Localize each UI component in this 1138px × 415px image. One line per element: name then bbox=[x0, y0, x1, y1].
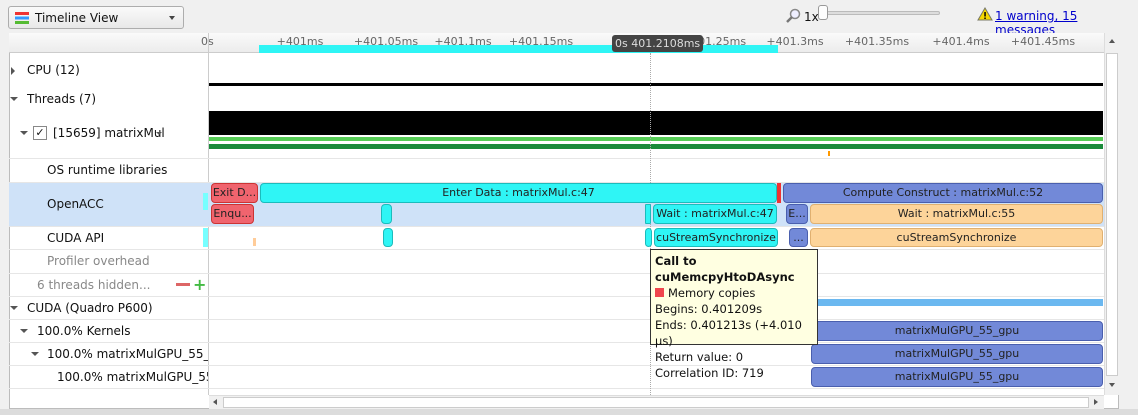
bar-enter-data[interactable]: Enter Data : matrixMul.c:47 bbox=[260, 183, 777, 203]
tooltip-return-value: Return value: 0 bbox=[655, 350, 744, 364]
ruler-tick: +401ms bbox=[276, 35, 324, 48]
ruler-tick: +401.3ms bbox=[766, 35, 824, 48]
row-openacc[interactable]: OpenACC bbox=[47, 197, 104, 211]
bar-compute-construct[interactable]: Compute Construct : matrixMul.c:52 bbox=[783, 183, 1103, 203]
warning-icon bbox=[977, 7, 993, 21]
collapse-icon[interactable] bbox=[20, 131, 28, 135]
row-kernels[interactable]: 100.0% Kernels bbox=[37, 324, 131, 338]
collapse-icon[interactable] bbox=[31, 352, 39, 356]
bar-kernel[interactable]: matrixMulGPU_55_gpu bbox=[811, 344, 1103, 364]
row-profiler-overhead[interactable]: Profiler overhead bbox=[47, 254, 150, 268]
ruler-tick: +401.05ms bbox=[353, 35, 419, 48]
bar-enqueue-short[interactable]: E... bbox=[786, 204, 808, 224]
thread-activity bbox=[209, 111, 1103, 135]
tooltip-ends: Ends: 0.401213s (+4.010 µs) bbox=[655, 318, 802, 348]
timeline-icon bbox=[15, 11, 29, 24]
os-runtime-mark bbox=[828, 151, 830, 156]
scroll-right-icon[interactable] bbox=[1094, 399, 1098, 405]
tooltip-correlation: Correlation ID: 719 bbox=[655, 366, 764, 380]
vertical-scrollbar[interactable] bbox=[1104, 33, 1119, 395]
bar-cuda-call[interactable] bbox=[645, 228, 652, 247]
view-selector[interactable]: Timeline View bbox=[8, 6, 184, 29]
row-cuda-device[interactable]: CUDA (Quadro P600) bbox=[27, 301, 153, 315]
view-selector-label: Timeline View bbox=[35, 10, 119, 25]
thread-state bbox=[209, 137, 1103, 141]
horizontal-scrollbar[interactable] bbox=[209, 395, 1104, 409]
bar-custreamsynchronize[interactable]: cuStreamSynchronize bbox=[810, 228, 1103, 247]
activity-marker bbox=[203, 193, 208, 210]
collapse-icon[interactable] bbox=[10, 97, 18, 101]
row-os-runtime[interactable]: OS runtime libraries bbox=[47, 163, 167, 177]
ruler-tick: +401.45ms bbox=[1010, 35, 1076, 48]
row-process[interactable]: [15659] matrixMul bbox=[53, 126, 165, 140]
scroll-left-icon[interactable] bbox=[213, 399, 217, 405]
bar-exit-data[interactable]: Exit D... bbox=[211, 183, 258, 203]
collapse-icon[interactable] bbox=[20, 329, 28, 333]
scroll-down-icon[interactable] bbox=[1109, 383, 1115, 387]
plus-icon[interactable]: + bbox=[193, 277, 206, 293]
zoom-level-label: 1x bbox=[804, 10, 819, 24]
chevron-down-icon[interactable] bbox=[156, 132, 162, 135]
ruler-tick: +401.4ms bbox=[932, 35, 990, 48]
bar-openacc-event[interactable] bbox=[645, 204, 651, 224]
ruler-tick: +401.35ms bbox=[844, 35, 910, 48]
bar-kernel[interactable]: matrixMulGPU_55_gpu bbox=[811, 321, 1103, 341]
minus-icon[interactable] bbox=[176, 283, 190, 286]
splitter[interactable] bbox=[0, 409, 1138, 415]
cuda-api-mark[interactable] bbox=[253, 238, 256, 246]
ruler-tick: +401.15ms bbox=[508, 35, 574, 48]
cursor-time-label: 0s 401.2108ms bbox=[612, 35, 704, 52]
row-cuda-api[interactable]: CUDA API bbox=[47, 231, 104, 245]
zoom-slider[interactable] bbox=[820, 11, 940, 15]
zoom-icon bbox=[786, 8, 801, 23]
cpu-usage-line bbox=[209, 83, 1103, 86]
chevron-down-icon bbox=[169, 16, 175, 20]
bar-wait-47[interactable]: Wait : matrixMul.c:47 bbox=[653, 204, 777, 224]
bar-cuda-call-short[interactable]: ... bbox=[789, 228, 808, 247]
tooltip-begins: Begins: 0.401209s bbox=[655, 302, 763, 316]
event-tooltip: Call to cuMemcpyHtoDAsync Memory copies … bbox=[650, 249, 818, 380]
thread-state bbox=[209, 144, 1103, 149]
bar-openacc-event[interactable] bbox=[381, 204, 392, 224]
activity-marker bbox=[203, 228, 208, 247]
cuda-usage-bar[interactable] bbox=[810, 299, 1103, 306]
zoom-slider-handle[interactable] bbox=[818, 5, 828, 20]
thread-checkbox[interactable]: ✓ bbox=[33, 126, 47, 140]
row-hidden-threads[interactable]: 6 threads hidden... bbox=[37, 278, 150, 292]
row-cpu[interactable]: CPU (12) bbox=[27, 63, 80, 77]
bar-custreamsynchronize[interactable]: cuStreamSynchronize bbox=[654, 228, 778, 247]
expand-icon[interactable] bbox=[11, 67, 15, 75]
scroll-up-icon[interactable] bbox=[1109, 39, 1115, 43]
collapse-icon[interactable] bbox=[10, 306, 18, 310]
tooltip-title: Call to cuMemcpyHtoDAsync bbox=[655, 254, 795, 284]
bar-wait-55[interactable]: Wait : matrixMul.c:55 bbox=[810, 204, 1103, 224]
bar-kernel[interactable]: matrixMulGPU_55_gpu bbox=[811, 367, 1103, 387]
horizontal-scroll-thumb[interactable] bbox=[223, 397, 1089, 408]
ruler-tick: +401.1ms bbox=[434, 35, 492, 48]
time-ruler[interactable]: 0s +401ms +401.05ms +401.1ms +401.15ms +… bbox=[9, 33, 1104, 53]
category-swatch bbox=[655, 288, 664, 297]
bar-cuda-call[interactable] bbox=[383, 228, 393, 247]
vertical-scroll-thumb[interactable] bbox=[1106, 53, 1118, 376]
tooltip-category: Memory copies bbox=[668, 286, 756, 300]
row-kernel[interactable]: 100.0% matrixMulGPU_55_gpu bbox=[47, 347, 208, 361]
bar-marker[interactable] bbox=[777, 183, 781, 203]
row-kernel-instance[interactable]: 100.0% matrixMulGPU_55_gpu bbox=[57, 370, 208, 384]
bar-enqueue[interactable]: Enqu... bbox=[211, 204, 254, 224]
row-threads[interactable]: Threads (7) bbox=[27, 92, 96, 106]
